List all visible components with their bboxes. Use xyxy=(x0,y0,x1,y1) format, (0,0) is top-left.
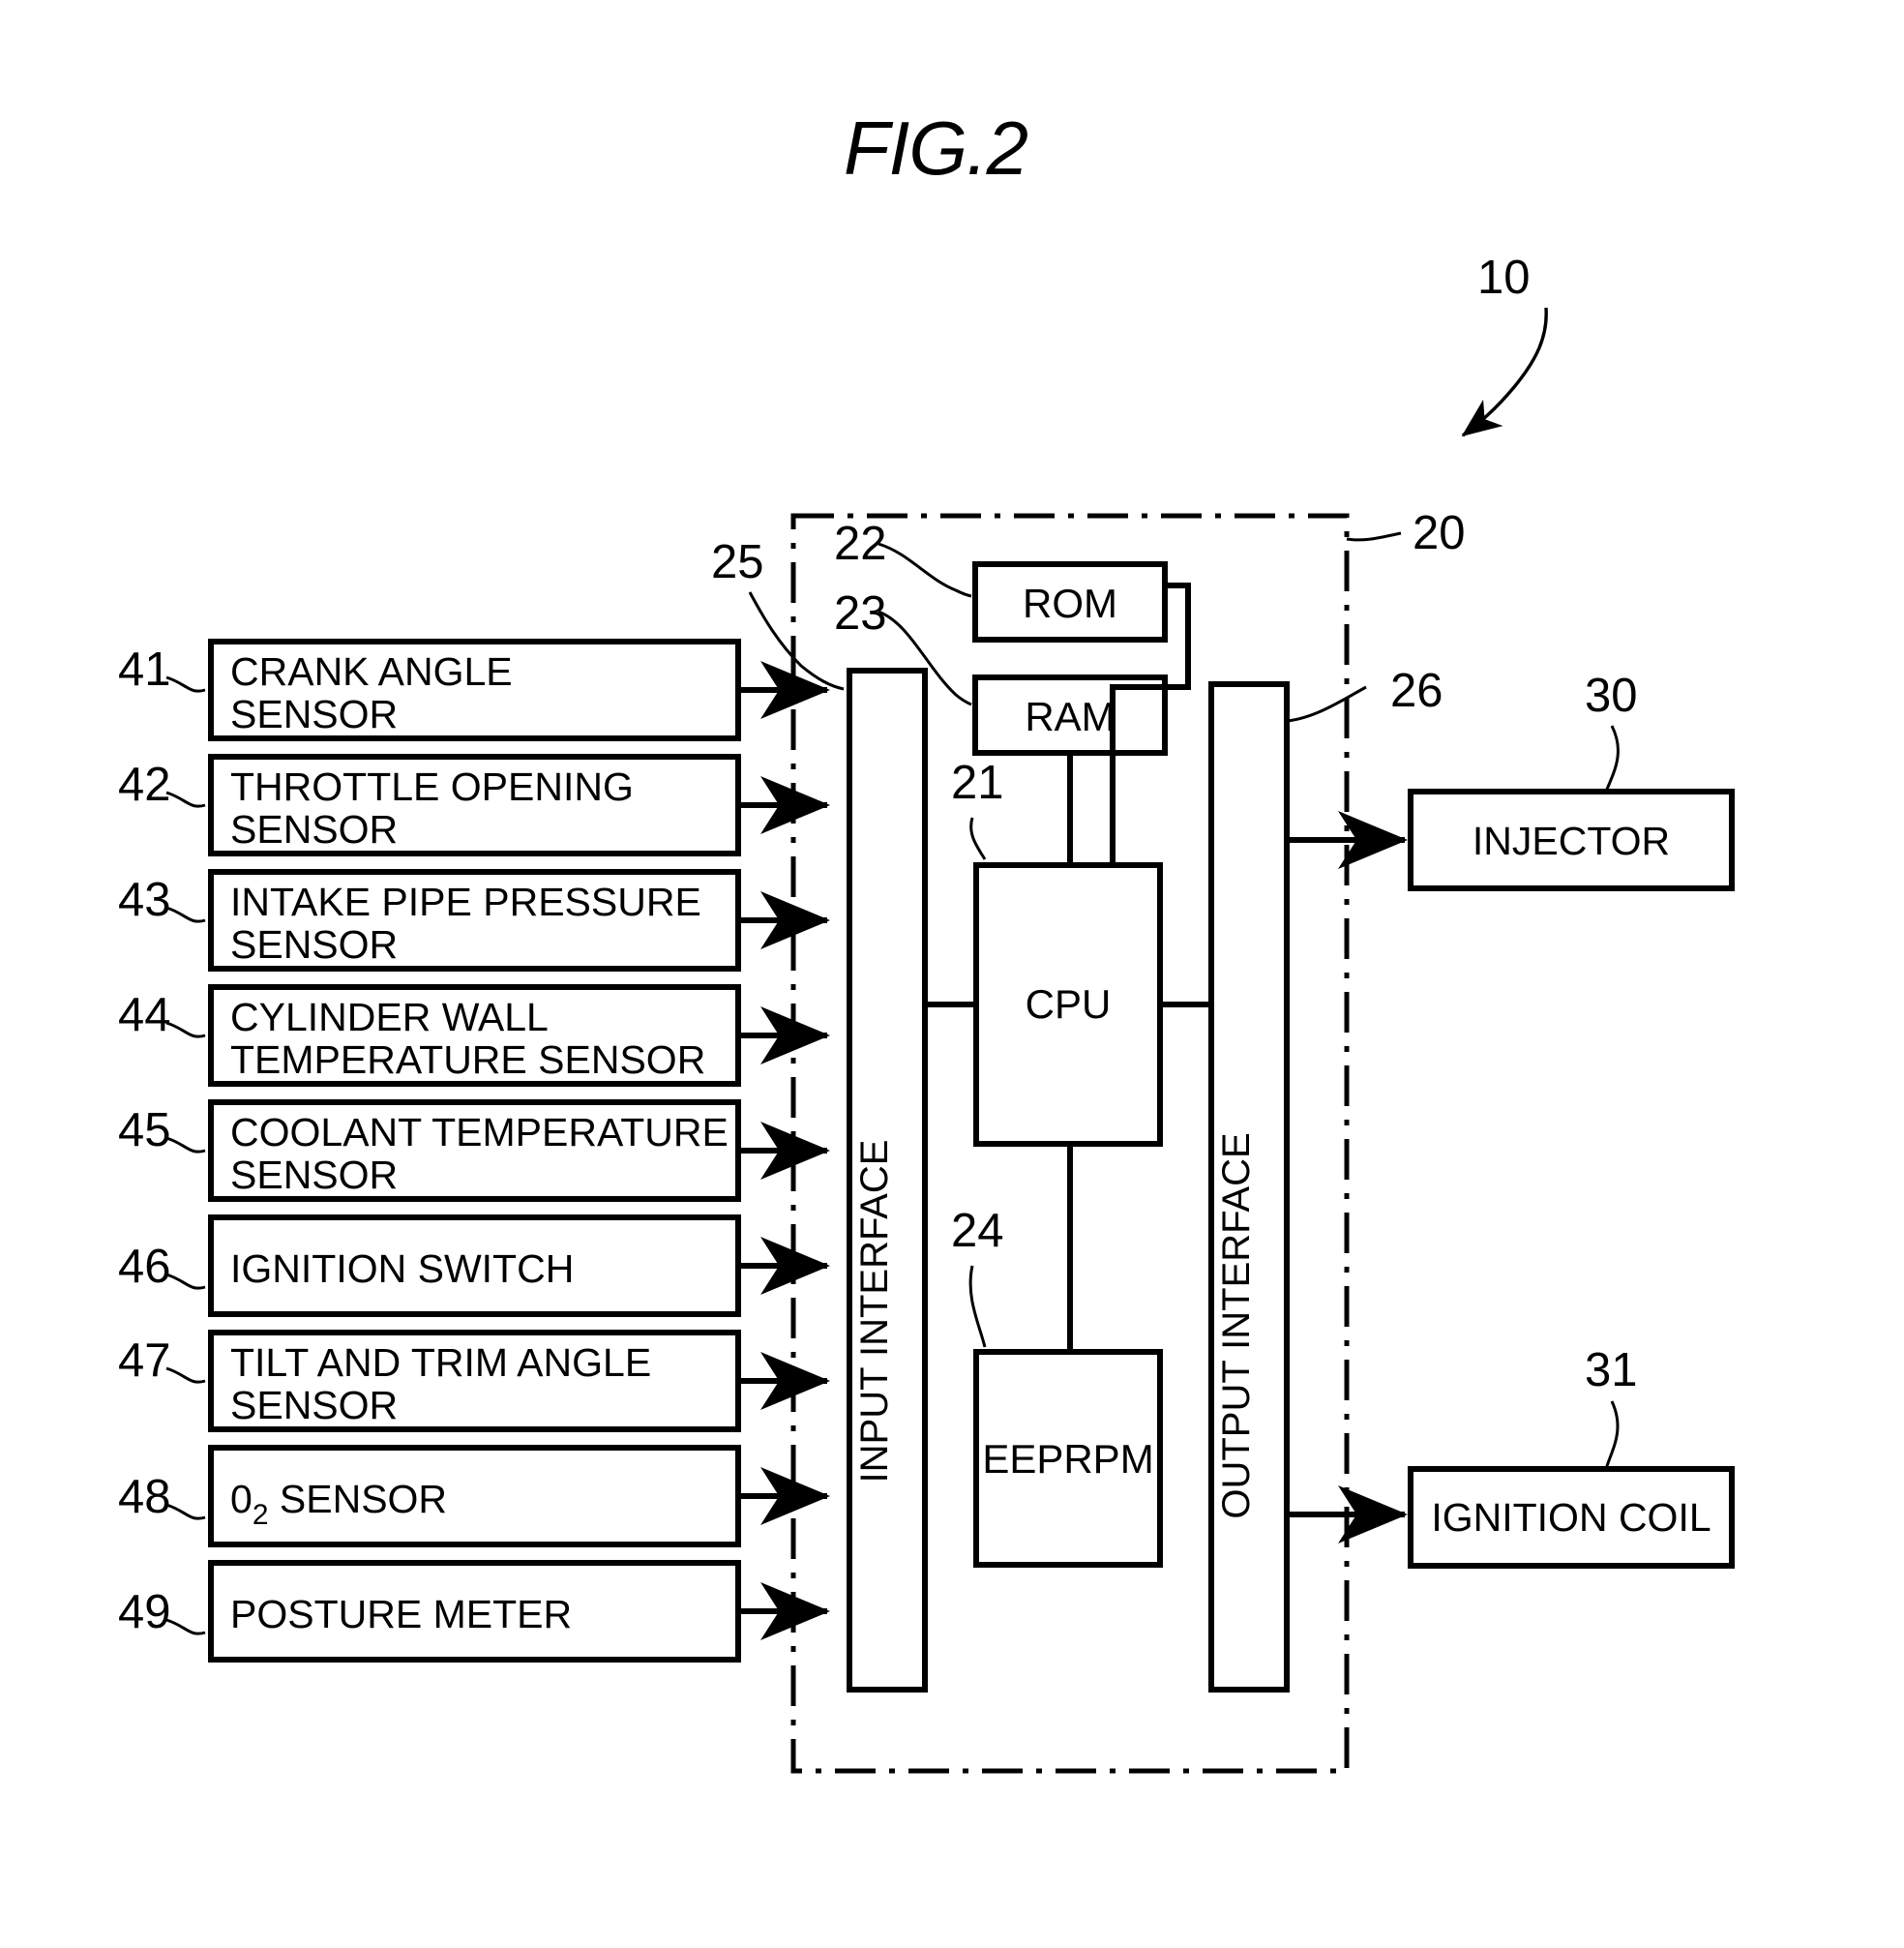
leader-48 xyxy=(165,1503,206,1520)
leader-22 xyxy=(878,542,972,598)
figure-title: FIG.2 xyxy=(844,105,1028,191)
input-label-42-line2: SENSOR xyxy=(230,807,398,852)
ref-number-49: 49 xyxy=(118,1586,171,1638)
leader-24 xyxy=(968,1265,987,1348)
ref-number-48: 48 xyxy=(118,1471,171,1523)
ref-number-41: 41 xyxy=(118,644,171,696)
output-label-injector: INJECTOR xyxy=(1473,819,1670,863)
ref-number-24: 24 xyxy=(951,1205,1004,1257)
ref-number-23: 23 xyxy=(834,587,887,640)
input-label-42-line1: THROTTLE OPENING xyxy=(230,764,634,809)
ref-number-45: 45 xyxy=(118,1104,171,1156)
ref-number-26: 26 xyxy=(1390,665,1443,717)
ref-number-46: 46 xyxy=(118,1241,171,1293)
ref-number-25: 25 xyxy=(711,536,764,588)
rom-label: ROM xyxy=(1023,581,1117,626)
system-leader-arrow xyxy=(1461,307,1548,437)
input-label-46-line1: IGNITION SWITCH xyxy=(230,1246,574,1291)
ref-number-21: 21 xyxy=(951,757,1004,809)
input-label-45-line2: SENSOR xyxy=(230,1153,398,1197)
ram-label: RAM xyxy=(1025,694,1115,739)
input-label-44-line2: TEMPERATURE SENSOR xyxy=(230,1037,705,1082)
diagram-canvas: FIG.2 10 20 41 CRANK ANGLE SENSOR 42 THR… xyxy=(118,105,1735,1774)
leader-21 xyxy=(969,817,987,860)
input-label-45-line1: COOLANT TEMPERATURE xyxy=(230,1110,729,1154)
o2-suffix: SENSOR xyxy=(269,1477,448,1521)
eeprpm-label: EEPRPM xyxy=(982,1436,1153,1482)
ref-number-31: 31 xyxy=(1585,1344,1638,1396)
ref-number-system: 10 xyxy=(1477,252,1531,304)
leader-46 xyxy=(165,1273,206,1290)
input-label-43-line1: INTAKE PIPE PRESSURE xyxy=(230,880,701,924)
ref-number-44: 44 xyxy=(118,989,171,1041)
output-interface-label: OUTPUT INTERFACE xyxy=(1215,1132,1258,1518)
ref-number-47: 47 xyxy=(118,1334,171,1387)
input-label-47-line1: TILT AND TRIM ANGLE xyxy=(230,1340,651,1385)
input-label-41-line2: SENSOR xyxy=(230,692,398,736)
input-label-47-line2: SENSOR xyxy=(230,1383,398,1427)
leader-31 xyxy=(1604,1400,1620,1470)
ecu-leader-line xyxy=(1346,531,1402,542)
input-label-43-line2: SENSOR xyxy=(230,922,398,967)
leader-25 xyxy=(748,591,845,691)
input-label-41-line1: CRANK ANGLE xyxy=(230,649,513,694)
leader-42 xyxy=(165,791,206,808)
leader-44 xyxy=(165,1021,206,1038)
output-label-ignition-coil: IGNITION COIL xyxy=(1431,1495,1711,1540)
leader-43 xyxy=(165,906,206,923)
cpu-label: CPU xyxy=(1026,981,1112,1027)
ref-number-30: 30 xyxy=(1585,670,1638,722)
leader-41 xyxy=(165,675,206,693)
patent-figure: FIG.2 10 20 41 CRANK ANGLE SENSOR 42 THR… xyxy=(0,0,1904,1948)
input-label-44-line1: CYLINDER WALL xyxy=(230,995,549,1039)
input-interface-label: INPUT INTERFACE xyxy=(853,1140,896,1483)
leader-49 xyxy=(165,1618,206,1635)
input-label-49-line1: POSTURE METER xyxy=(230,1592,572,1636)
leader-45 xyxy=(165,1136,206,1154)
leader-26 xyxy=(1286,685,1367,723)
ref-number-ecu: 20 xyxy=(1413,507,1466,559)
o2-subscript: 2 xyxy=(253,1499,269,1531)
ref-number-43: 43 xyxy=(118,874,171,926)
leader-47 xyxy=(165,1366,206,1384)
ref-number-42: 42 xyxy=(118,759,171,811)
leader-30 xyxy=(1604,725,1620,793)
o2-element: 0 xyxy=(230,1477,253,1521)
